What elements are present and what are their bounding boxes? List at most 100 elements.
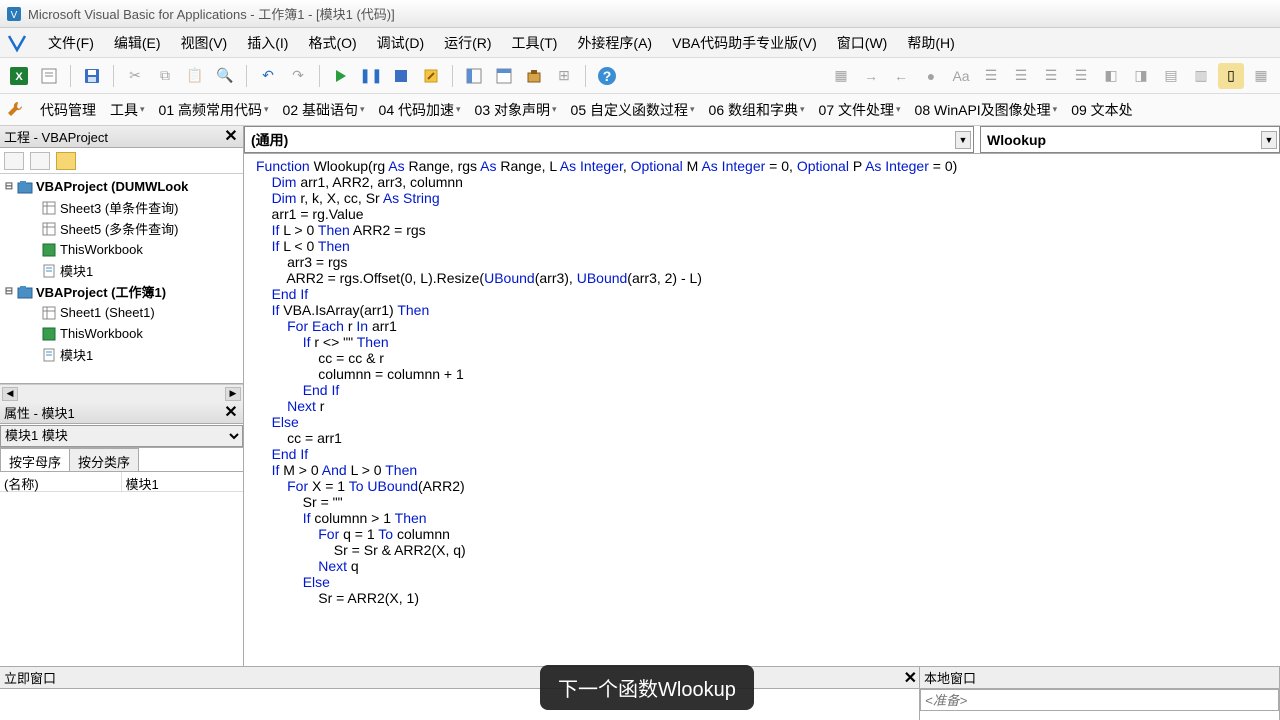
tb2-08[interactable]: 08 WinAPI及图像处理▾	[909, 97, 1064, 123]
immediate-close-icon[interactable]: ✕	[904, 668, 917, 688]
tb-misc2-icon[interactable]: ◨	[1128, 63, 1154, 89]
code-editor[interactable]: Function Wlookup(rg As Range, rgs As Ran…	[244, 154, 1280, 700]
object-combo[interactable]: (通用) ▼	[244, 126, 974, 153]
save-icon[interactable]	[79, 63, 105, 89]
object-browser-icon[interactable]: ⊞	[551, 63, 577, 89]
tb-misc5-icon[interactable]: ▦	[1248, 63, 1274, 89]
locals-title: 本地窗口	[924, 668, 976, 687]
prop-name-value[interactable]: 模块1	[122, 472, 244, 491]
menu-help[interactable]: 帮助(H)	[897, 29, 964, 57]
toggle-folders-icon[interactable]	[56, 152, 76, 170]
svg-text:X: X	[15, 71, 23, 83]
scroll-right-icon[interactable]: ▶	[225, 387, 241, 401]
scroll-left-icon[interactable]: ◀	[2, 387, 18, 401]
tb2-07[interactable]: 07 文件处理▾	[813, 97, 907, 123]
pause-icon[interactable]: ❚❚	[358, 63, 384, 89]
menu-run[interactable]: 运行(R)	[434, 29, 501, 57]
tb2-03[interactable]: 03 对象声明▾	[469, 97, 563, 123]
project-item-thisworkbook-2[interactable]: ThisWorkbook	[2, 323, 241, 344]
tb-misc4-icon[interactable]: ▥	[1188, 63, 1214, 89]
view-object-icon[interactable]	[30, 152, 50, 170]
svg-text:?: ?	[603, 68, 612, 84]
properties-object-select[interactable]: 模块1 模块	[0, 425, 243, 447]
menubar: 文件(F) 编辑(E) 视图(V) 插入(I) 格式(O) 调试(D) 运行(R…	[0, 28, 1280, 58]
paste-icon[interactable]: 📋	[182, 63, 208, 89]
menu-insert[interactable]: 插入(I)	[237, 29, 298, 57]
project-close-icon[interactable]: ✕	[221, 126, 241, 146]
menu-view[interactable]: 视图(V)	[171, 29, 238, 57]
tb2-04[interactable]: 04 代码加速▾	[373, 97, 467, 123]
project-tree[interactable]: ⊟VBAProject (DUMWLook Sheet3 (单条件查询) She…	[0, 174, 243, 384]
project-item-sheet3[interactable]: Sheet3 (单条件查询)	[2, 197, 241, 218]
tb2-05[interactable]: 05 自定义函数过程▾	[565, 97, 701, 123]
copy-icon[interactable]: ⧉	[152, 63, 178, 89]
tb-highlight-icon[interactable]: ▯	[1218, 63, 1244, 89]
locals-window[interactable]: 本地窗口	[920, 667, 1280, 720]
view-code-icon[interactable]	[4, 152, 24, 170]
excel-icon[interactable]: X	[6, 63, 32, 89]
tb2-06[interactable]: 06 数组和字典▾	[703, 97, 811, 123]
tb2-02[interactable]: 02 基础语句▾	[277, 97, 371, 123]
custom-toolbar: 代码管理 工具▾ 01 高频常用代码▾ 02 基础语句▾ 04 代码加速▾ 03…	[0, 94, 1280, 126]
toolbox-icon[interactable]	[521, 63, 547, 89]
tb2-09[interactable]: 09 文本处	[1065, 97, 1138, 123]
edit-toolbar-icon[interactable]: ▦	[828, 63, 854, 89]
procedure-combo[interactable]: Wlookup ▼	[980, 126, 1280, 153]
project-item-thisworkbook-1[interactable]: ThisWorkbook	[2, 239, 241, 260]
props-tab-alpha[interactable]: 按字母序	[0, 448, 70, 471]
cut-icon[interactable]: ✂	[122, 63, 148, 89]
prop-name-key: (名称)	[0, 472, 122, 491]
help-icon[interactable]: ?	[594, 63, 620, 89]
menu-tools[interactable]: 工具(T)	[502, 29, 568, 57]
menu-edit[interactable]: 编辑(E)	[104, 29, 171, 57]
tb2-01[interactable]: 01 高频常用代码▾	[153, 97, 275, 123]
redo-icon[interactable]: ↷	[285, 63, 311, 89]
insert-module-icon[interactable]	[36, 63, 62, 89]
tb2-tools[interactable]: 工具▾	[104, 97, 151, 123]
outdent-icon[interactable]: ←	[888, 63, 914, 89]
tb2-code-manage[interactable]: 代码管理	[34, 97, 102, 123]
chevron-down-icon[interactable]: ▼	[955, 131, 971, 149]
undo-icon[interactable]: ↶	[255, 63, 281, 89]
project-explorer-icon[interactable]	[461, 63, 487, 89]
menu-window[interactable]: 窗口(W)	[827, 29, 898, 57]
project-item-module-2[interactable]: 模块1	[2, 344, 241, 365]
indent-icon[interactable]: →	[858, 63, 884, 89]
project-panel-title: 工程 - VBAProject	[4, 127, 108, 146]
project-node-2[interactable]: ⊟VBAProject (工作簿1)	[2, 281, 241, 302]
menu-format[interactable]: 格式(O)	[298, 29, 366, 57]
menu-debug[interactable]: 调试(D)	[367, 29, 434, 57]
project-item-sheet1[interactable]: Sheet1 (Sheet1)	[2, 302, 241, 323]
tooltip-overlay: 下一个函数Wlookup	[540, 665, 754, 710]
breakpoint-icon[interactable]: ●	[918, 63, 944, 89]
locals-ready-input[interactable]	[920, 689, 1279, 711]
tb-misc3-icon[interactable]: ▤	[1158, 63, 1184, 89]
clear-bookmark-icon[interactable]: ☰	[1068, 63, 1094, 89]
project-toolbar	[0, 148, 243, 174]
project-node-1[interactable]: ⊟VBAProject (DUMWLook	[2, 176, 241, 197]
project-item-module-1[interactable]: 模块1	[2, 260, 241, 281]
stop-icon[interactable]	[388, 63, 414, 89]
tb-misc1-icon[interactable]: ◧	[1098, 63, 1124, 89]
comment-icon[interactable]: Aa	[948, 63, 974, 89]
project-hscroll[interactable]: ◀ ▶	[0, 384, 243, 402]
next-bookmark-icon[interactable]: ☰	[1008, 63, 1034, 89]
menu-addins[interactable]: 外接程序(A)	[567, 29, 662, 57]
props-tab-category[interactable]: 按分类序	[69, 448, 139, 471]
design-mode-icon[interactable]	[418, 63, 444, 89]
properties-icon[interactable]	[491, 63, 517, 89]
titlebar: V Microsoft Visual Basic for Application…	[0, 0, 1280, 28]
project-item-sheet5[interactable]: Sheet5 (多条件查询)	[2, 218, 241, 239]
project-panel-header: 工程 - VBAProject ✕	[0, 126, 243, 148]
find-icon[interactable]: 🔍	[212, 63, 238, 89]
menu-file[interactable]: 文件(F)	[38, 29, 104, 57]
menu-vba-assistant[interactable]: VBA代码助手专业版(V)	[662, 29, 827, 57]
chevron-down-icon[interactable]: ▼	[1261, 131, 1277, 149]
prev-bookmark-icon[interactable]: ☰	[1038, 63, 1064, 89]
run-icon[interactable]	[328, 63, 354, 89]
wrench-icon	[6, 100, 26, 120]
properties-close-icon[interactable]: ✕	[221, 402, 241, 422]
immediate-window[interactable]: 立即窗口 ✕	[0, 667, 920, 720]
bookmark-icon[interactable]: ☰	[978, 63, 1004, 89]
immediate-title: 立即窗口	[4, 668, 56, 687]
